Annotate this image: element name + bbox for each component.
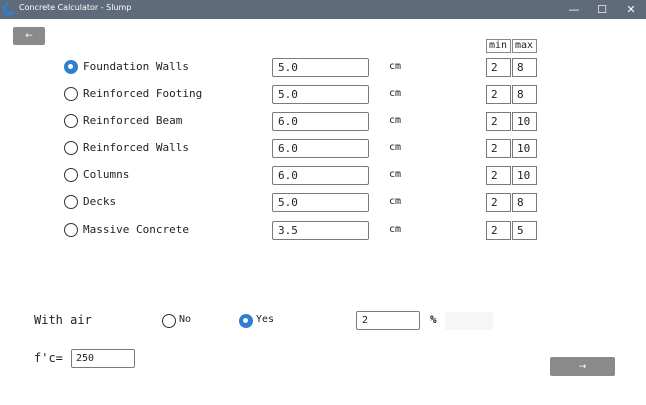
min-header: min bbox=[486, 39, 511, 53]
element-label: Reinforced Beam bbox=[83, 114, 183, 127]
unit-label: cm bbox=[389, 169, 402, 180]
fc-label: f'c= bbox=[34, 351, 63, 365]
element-row: Reinforced Walls cm 2 10 bbox=[0, 138, 646, 158]
fc-input[interactable] bbox=[71, 349, 135, 368]
close-button[interactable]: ✕ bbox=[617, 0, 645, 19]
min-value: 2 bbox=[486, 58, 511, 77]
unit-label: cm bbox=[389, 196, 402, 207]
element-radio[interactable] bbox=[64, 87, 78, 101]
unit-label: cm bbox=[389, 142, 402, 153]
element-row: Columns cm 2 10 bbox=[0, 165, 646, 185]
element-row: Foundation Walls cm 2 8 bbox=[0, 57, 646, 77]
slump-value-input[interactable] bbox=[272, 166, 369, 185]
max-value: 10 bbox=[512, 112, 537, 131]
element-label: Decks bbox=[83, 195, 117, 208]
slump-value-input[interactable] bbox=[272, 85, 369, 104]
back-button[interactable]: ← bbox=[13, 27, 45, 45]
min-value: 2 bbox=[486, 221, 511, 240]
unit-label: cm bbox=[389, 115, 402, 126]
unit-label: cm bbox=[389, 88, 402, 99]
element-radio[interactable] bbox=[64, 114, 78, 128]
element-radio[interactable] bbox=[64, 168, 78, 182]
slump-value-input[interactable] bbox=[272, 221, 369, 240]
slump-value-input[interactable] bbox=[272, 58, 369, 77]
minimize-button[interactable]: — bbox=[560, 0, 588, 19]
max-value: 8 bbox=[512, 193, 537, 212]
max-value: 5 bbox=[512, 221, 537, 240]
unit-label: cm bbox=[389, 224, 402, 235]
max-value: 8 bbox=[512, 58, 537, 77]
air-yes-radio[interactable] bbox=[239, 314, 253, 328]
min-value: 2 bbox=[486, 166, 511, 185]
air-yes-label: Yes bbox=[256, 314, 275, 325]
slump-value-input[interactable] bbox=[272, 139, 369, 158]
air-result-area bbox=[445, 312, 493, 330]
element-label: Reinforced Walls bbox=[83, 141, 189, 154]
window-title: Concrete Calculator - Slump bbox=[19, 3, 132, 12]
element-radio[interactable] bbox=[64, 141, 78, 155]
element-row: Decks cm 2 8 bbox=[0, 192, 646, 212]
slump-value-input[interactable] bbox=[272, 193, 369, 212]
element-label: Reinforced Footing bbox=[83, 87, 203, 100]
next-button[interactable]: → bbox=[550, 357, 615, 376]
min-value: 2 bbox=[486, 193, 511, 212]
element-row: Reinforced Footing cm 2 8 bbox=[0, 84, 646, 104]
with-air-label: With air bbox=[34, 313, 92, 327]
min-value: 2 bbox=[486, 139, 511, 158]
next-arrow-icon: → bbox=[578, 361, 587, 372]
slump-value-input[interactable] bbox=[272, 112, 369, 131]
min-value: 2 bbox=[486, 85, 511, 104]
element-radio[interactable] bbox=[64, 223, 78, 237]
unit-label: cm bbox=[389, 61, 402, 72]
element-row: Reinforced Beam cm 2 10 bbox=[0, 111, 646, 131]
element-row: Massive Concrete cm 2 5 bbox=[0, 220, 646, 240]
app-logo-icon bbox=[3, 3, 15, 16]
air-no-radio[interactable] bbox=[162, 314, 176, 328]
min-value: 2 bbox=[486, 112, 511, 131]
air-percent-input[interactable] bbox=[356, 311, 420, 330]
element-radio[interactable] bbox=[64, 195, 78, 209]
air-no-label: No bbox=[179, 314, 192, 325]
title-bar: Concrete Calculator - Slump — ☐ ✕ bbox=[0, 0, 646, 19]
maximize-button[interactable]: ☐ bbox=[588, 0, 616, 19]
element-label: Foundation Walls bbox=[83, 60, 189, 73]
element-label: Massive Concrete bbox=[83, 223, 189, 236]
element-radio[interactable] bbox=[64, 60, 78, 74]
max-header: max bbox=[512, 39, 537, 53]
max-value: 10 bbox=[512, 166, 537, 185]
max-value: 10 bbox=[512, 139, 537, 158]
element-label: Columns bbox=[83, 168, 130, 181]
back-arrow-icon: ← bbox=[25, 31, 33, 41]
percent-unit: % bbox=[430, 313, 437, 326]
max-value: 8 bbox=[512, 85, 537, 104]
